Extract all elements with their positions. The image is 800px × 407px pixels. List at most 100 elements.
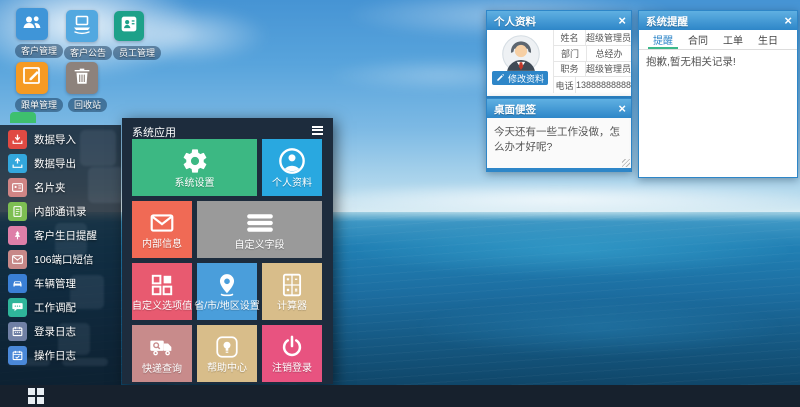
desktop-icon-label: 客户公告 [64,46,112,60]
sidebar-item-customer-birthday-reminder[interactable]: 客户生日提醒 [0,224,121,246]
field-value: 超级管理员 [586,30,631,45]
sidebar-item-label: 内部通讯录 [34,204,87,219]
start-button[interactable] [28,388,44,404]
sidebar-item-label: 名片夹 [34,180,66,195]
list-lines-icon [246,209,274,237]
reminder-panel: 系统提醒 × 提醒 合同 工单 生日 抱歉,暂无相关记录! [638,10,798,178]
tile-label: 省/市/地区设置 [194,301,260,312]
table-row: 职务 超级管理员 [553,62,631,78]
tile-label: 自定义选项值 [132,301,192,312]
field-label: 部门 [554,46,587,61]
notes-panel-footer [487,168,631,171]
sidebar-item-data-import[interactable]: 数据导入 [0,128,121,150]
edit-profile-button[interactable]: 修改资料 [492,71,548,85]
profile-panel-header: 个人资料 × [487,11,631,30]
desktop-icon-label: 跟单管理 [15,98,63,112]
field-value: 总经办 [587,46,631,61]
sidebar-item-work-dispatch[interactable]: 工作调配 [0,296,121,318]
close-icon[interactable]: × [618,100,626,117]
sidebar-item-login-log[interactable]: 登录日志 [0,320,121,342]
employee-card-icon [118,13,140,40]
tile-label: 个人资料 [272,178,312,189]
close-icon[interactable]: × [618,12,626,29]
menu-hamburger-icon[interactable] [312,126,323,135]
sidebar-item-label: 登录日志 [34,324,76,339]
sidebar-item-label: 客户生日提醒 [34,228,97,243]
grid-squares-icon [149,272,175,298]
sms-envelope-icon [8,250,27,269]
tile-internal-messages[interactable]: 内部信息 [132,201,192,258]
table-row: 姓名 超级管理员 [553,30,631,46]
desktop-icon-order-management[interactable] [16,62,48,94]
taskbar [0,385,800,407]
tile-label: 注销登录 [272,363,312,374]
sidebar-item-business-cards[interactable]: 名片夹 [0,176,121,198]
tile-custom-options[interactable]: 自定义选项值 [132,263,192,320]
sidebar-item-vehicle-management[interactable]: 车辆管理 [0,272,121,294]
partial-desktop-icon [10,112,36,123]
windows-logo-icon [37,397,44,404]
reminder-empty-text: 抱歉,暂无相关记录! [639,49,797,177]
note-content[interactable]: 今天还有一些工作没做，怎么办才好呢? [487,118,631,168]
sidebar-item-label: 106端口短信 [34,252,94,267]
windows-logo-icon [37,388,44,395]
tile-custom-fields[interactable]: 自定义字段 [197,201,322,258]
sidebar-item-sms-port[interactable]: 106端口短信 [0,248,121,270]
desktop-icon-customer-announcement[interactable] [66,10,98,42]
data-import-icon [8,130,27,149]
table-row: 部门 总经办 [553,46,631,62]
resize-handle-icon[interactable] [622,159,630,167]
sidebar-item-internal-contacts[interactable]: 内部通讯录 [0,200,121,222]
tab-contract[interactable]: 合同 [683,30,713,49]
reminder-panel-title: 系统提醒 [646,14,688,29]
field-value: 超级管理员 [586,62,631,77]
sidebar-item-label: 工作调配 [34,300,76,315]
notes-panel: 桌面便签 × 今天还有一些工作没做，怎么办才好呢? [486,98,632,172]
pencil-icon [496,73,505,84]
map-pin-icon [214,272,240,298]
profile-panel-title: 个人资料 [494,14,536,29]
power-icon [279,334,305,360]
close-icon[interactable]: × [784,12,792,29]
tile-system-settings[interactable]: 系统设置 [132,139,257,196]
sidebar-item-label: 数据导出 [34,156,76,171]
desktop-icon-label: 员工管理 [113,46,161,60]
reminder-panel-header: 系统提醒 × [639,11,797,30]
tile-help-center[interactable]: 帮助中心 [197,325,257,382]
profile-table: 姓名 超级管理员 部门 总经办 职务 超级管理员 电话 13888888888 [553,30,631,93]
mail-icon [149,210,175,236]
field-label: 电话 [554,77,576,93]
notes-panel-header: 桌面便签 × [487,99,631,118]
people-icon [20,10,44,39]
tab-birthday[interactable]: 生日 [753,30,783,49]
tile-region-settings[interactable]: 省/市/地区设置 [197,263,257,320]
reminder-tab-bar: 提醒 合同 工单 生日 [639,30,797,50]
tile-label: 计算器 [277,301,307,312]
data-export-icon [8,154,27,173]
sidebar-item-label: 数据导入 [34,132,76,147]
desktop-icon-customer-management[interactable] [16,8,48,40]
field-label: 职务 [554,62,586,77]
table-row: 电话 13888888888 [553,77,631,93]
sidebar-item-data-export[interactable]: 数据导出 [0,152,121,174]
tab-reminder[interactable]: 提醒 [648,30,678,49]
tile-calculator[interactable]: 计算器 [262,263,322,320]
windows-logo-icon [28,397,35,404]
notes-panel-title: 桌面便签 [494,102,536,117]
tab-work-order[interactable]: 工单 [718,30,748,49]
desktop-icon-employee-management[interactable] [114,11,144,41]
tile-express-tracking[interactable]: 快递查询 [132,325,192,382]
field-label: 姓名 [554,30,586,45]
tile-label: 快递查询 [142,364,182,375]
tile-personal-profile[interactable]: 个人资料 [262,139,322,196]
gear-icon [181,147,209,175]
desktop-icon-label: 回收站 [68,98,107,112]
desktop-icon-recycle-bin[interactable] [66,62,98,94]
sidebar-item-label: 车辆管理 [34,276,76,291]
sidebar-item-operation-log[interactable]: 操作日志 [0,344,121,366]
tile-logout[interactable]: 注销登录 [262,325,322,382]
start-menu-title: 系统应用 [132,124,176,140]
profile-panel: 个人资料 × 修改资料 姓名 超级管理员 部门 总经办 职务 超级管理员 电话 … [486,10,632,99]
laptop-icon [70,12,94,41]
calculator-icon [279,272,305,298]
